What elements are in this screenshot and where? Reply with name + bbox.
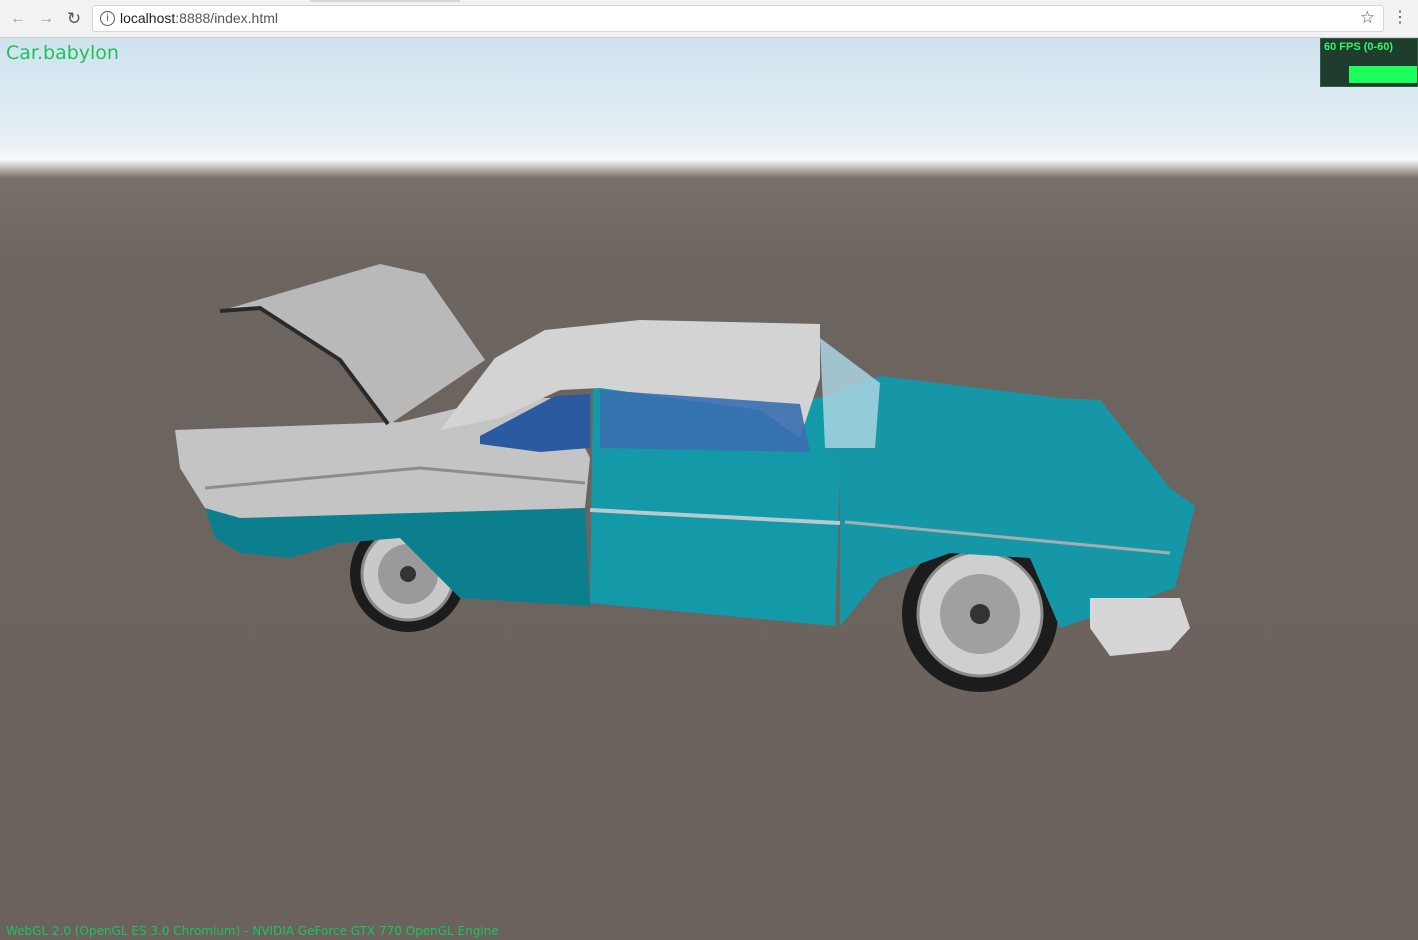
url-path: :8888/index.html: [175, 10, 278, 26]
fps-meter: 60 FPS (0-60): [1320, 38, 1418, 87]
forward-icon[interactable]: →: [36, 9, 56, 29]
car-model: [175, 264, 1195, 692]
car-trunk-lid: [220, 264, 485, 424]
menu-icon[interactable]: ⋮: [1390, 8, 1410, 30]
gpu-info: WebGL 2.0 (OpenGL ES 3.0 Chromium) - NVI…: [6, 924, 499, 938]
fps-label: 60 FPS (0-60): [1324, 41, 1394, 53]
url-host: localhost: [120, 10, 176, 26]
fps-bar: [1349, 66, 1417, 83]
render-canvas[interactable]: Car.babylon 60 FPS (0-60) WebGL 2.0 (Ope…: [0, 38, 1418, 940]
car-front-bumper: [1090, 598, 1190, 656]
url-text: localhost:8888/index.html: [120, 10, 278, 26]
car-windshield: [820, 338, 880, 448]
tab-indicator: [310, 0, 460, 2]
reload-icon[interactable]: ↻: [64, 9, 84, 29]
star-icon[interactable]: ☆: [1360, 8, 1375, 28]
info-icon[interactable]: i: [100, 11, 115, 26]
back-icon[interactable]: ←: [8, 9, 28, 29]
address-bar[interactable]: i localhost:8888/index.html ☆: [92, 5, 1384, 32]
browser-toolbar: ← → ↻ i localhost:8888/index.html ☆ ⋮: [0, 0, 1418, 38]
fps-graph: [1349, 66, 1417, 83]
scene-title: Car.babylon: [6, 42, 119, 64]
